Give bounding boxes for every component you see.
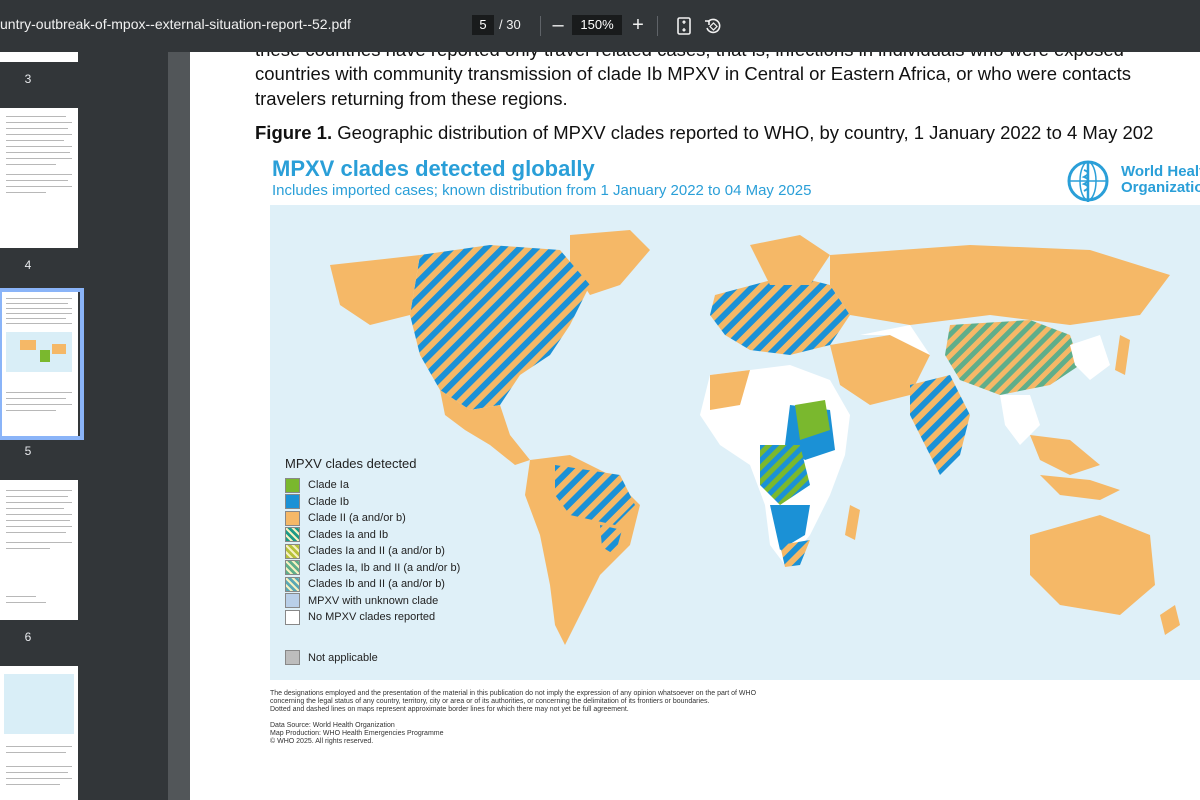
legend-label: Clade II (a and/or b) [308,512,406,525]
map-subtitle: Includes imported cases; known distribut… [272,182,812,199]
figure-label: Figure 1. [255,122,333,143]
page-thumbnail-6[interactable] [0,480,78,620]
viewer-background [168,52,190,800]
toolbar-divider [540,16,541,36]
who-line-1: World Health [1121,163,1200,180]
file-title: untry-outbreak-of-mpox--external-situati… [0,16,351,32]
page-thumbnail-7[interactable] [0,666,78,800]
disclaimer-line: concerning the legal status of any count… [270,698,710,705]
rotate-icon[interactable] [703,16,723,36]
legend-item: Clade Ib [285,494,460,511]
disclaimer-line: Dotted and dashed lines on maps represen… [270,706,629,713]
page-thumbnail-4[interactable] [0,108,78,248]
legend-label: Clades Ia, Ib and II (a and/or b) [308,561,461,574]
legend-item: Clade II (a and/or b) [285,510,460,527]
disclaimer-line [270,714,756,722]
legend-swatch [285,527,300,543]
disclaimer-line: The designations employed and the presen… [270,690,757,697]
legend-label: Clades Ib and II (a and/or b) [308,578,445,591]
legend-item: MPXV with unknown clade [285,593,460,610]
legend-item: Clades Ia and II (a and/or b) [285,543,460,560]
legend-label: Not applicable [308,651,378,664]
who-line-2: Organization [1121,179,1200,196]
page-number-input[interactable]: 5 [472,15,494,35]
legend-swatch [285,576,300,592]
legend-label: MPXV with unknown clade [308,594,439,607]
thumbnail-label-4: 4 [24,258,32,272]
mpxv-map-figure: MPXV clades detected globally Includes i… [270,150,1200,680]
legend-swatch [285,510,300,526]
body-text-line-2: countries with community transmission of… [255,63,1132,84]
toolbar-divider [657,16,658,36]
legend-swatch [285,494,300,510]
who-name: World Health Organization [1121,164,1200,196]
legend-item: Clades Ia and Ib [285,527,460,544]
thumbnail-sidebar: 3 4 5 6 [0,52,168,800]
disclaimer-line: © WHO 2025. All rights reserved. [270,738,374,745]
legend-swatch [285,650,300,665]
figure-caption-text: Geographic distribution of MPXV clades r… [332,122,1154,143]
legend-label: Clades Ia and II (a and/or b) [308,545,445,558]
disclaimer-line: Map Production: WHO Health Emergencies P… [270,730,444,737]
legend-item: Clade Ia [285,477,460,494]
legend-label: Clade Ib [308,495,349,508]
legend-label: No MPXV clades reported [308,611,436,624]
body-text-line-3: travelers returning from these regions. [255,88,568,109]
thumbnail-label-6: 6 [24,630,32,644]
legend-not-applicable: Not applicable [285,650,378,665]
who-emblem-icon [1067,160,1109,202]
figure-caption: Figure 1. Geographic distribution of MPX… [255,122,1153,144]
legend-item: Clades Ib and II (a and/or b) [285,576,460,593]
legend-item: No MPXV clades reported [285,609,460,626]
pdf-toolbar: untry-outbreak-of-mpox--external-situati… [0,0,1200,52]
disclaimer-line: Data Source: World Health Organization [270,722,395,729]
fit-page-icon[interactable] [674,16,694,36]
legend-label: Clades Ia and Ib [308,528,389,541]
legend-title: MPXV clades detected [285,456,417,471]
map-title: MPXV clades detected globally [272,156,595,181]
legend-label: Clade Ia [308,479,349,492]
who-logo: World Health Organization [1063,158,1200,206]
thumbnail-label-5: 5 [24,444,32,458]
legend-swatch [285,477,300,493]
selected-thumbnail-outline [0,288,84,440]
legend-item: Clades Ia, Ib and II (a and/or b) [285,560,460,577]
legend-swatch [285,593,300,609]
pdf-page: these countries have reported only trave… [190,0,1200,800]
zoom-in-button[interactable]: + [626,13,650,37]
legend-swatch [285,560,300,576]
page-thumbnail-3[interactable] [0,52,78,62]
page-total: / 30 [499,17,521,32]
map-legend: MPXV clades detected Clade Ia Clade Ib Cla… [285,456,460,626]
zoom-level-input[interactable]: 150% [572,15,622,35]
legend-swatch [285,609,300,625]
zoom-out-button[interactable]: – [546,13,570,37]
thumbnail-label-3: 3 [24,72,32,86]
map-disclaimer: The designations employed and the presen… [270,690,756,746]
legend-swatch [285,543,300,559]
